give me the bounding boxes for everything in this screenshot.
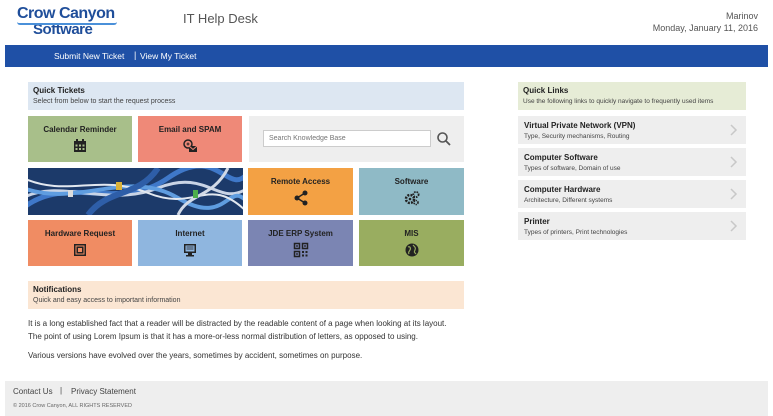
tile-label: Email and SPAM: [158, 125, 222, 134]
calendar-icon: [74, 139, 86, 152]
search-icon[interactable]: [436, 131, 452, 147]
logo-line-1: Crow Canyon: [17, 5, 115, 22]
tile-label: Software: [394, 177, 429, 186]
tile-label: JDE ERP System: [268, 229, 333, 238]
hardware-icon: [74, 244, 86, 256]
contact-us-link[interactable]: Contact Us: [13, 387, 53, 396]
header: Crow Canyon Software IT Help Desk Marino…: [0, 0, 773, 45]
tile-calendar-reminder[interactable]: Calendar Reminder: [28, 116, 132, 162]
user-name[interactable]: Marinov: [726, 11, 758, 21]
body-paragraph-1-line-2: The point of using Lorem Ipsum is that i…: [28, 332, 418, 341]
tile-jde-erp-system[interactable]: JDE ERP System: [248, 220, 353, 266]
tile-label: MIS: [404, 229, 419, 238]
quick-tickets-subtitle: Select from below to start the request p…: [33, 98, 176, 105]
current-date: Monday, January 11, 2016: [652, 23, 758, 33]
notifications-subtitle: Quick and easy access to important infor…: [33, 297, 181, 304]
tile-label: Internet: [175, 229, 205, 238]
tile-hardware-request[interactable]: Hardware Request: [28, 220, 132, 266]
tile-label: Hardware Request: [44, 229, 116, 238]
chevron-right-icon: [730, 156, 738, 168]
body-paragraph-2: Various versions have evolved over the y…: [28, 351, 363, 360]
quick-link-printer[interactable]: Printer Types of printers, Print technol…: [518, 212, 746, 240]
share-icon: [294, 190, 307, 206]
monitor-icon: [184, 244, 196, 257]
tile-remote-access[interactable]: Remote Access: [248, 168, 353, 215]
company-logo[interactable]: Crow Canyon Software: [17, 5, 117, 37]
quick-link-computer-hardware[interactable]: Computer Hardware Architecture, Differen…: [518, 180, 746, 208]
top-nav-bar: Submit New Ticket | View My Ticket: [5, 45, 768, 67]
search-input[interactable]: [263, 130, 431, 147]
quick-link-subtitle: Types of software, Domain of use: [524, 165, 621, 172]
tile-email-and-spam[interactable]: Email and SPAM: [138, 116, 242, 162]
quick-link-title: Computer Hardware: [524, 185, 601, 194]
quick-link-title: Computer Software: [524, 153, 598, 162]
tile-mis[interactable]: MIS: [359, 220, 464, 266]
gears-icon: [404, 191, 419, 206]
chevron-right-icon: [730, 124, 738, 136]
quick-link-vpn[interactable]: Virtual Private Network (VPN) Type, Secu…: [518, 116, 746, 144]
app-title: IT Help Desk: [183, 11, 258, 26]
globe-icon: [405, 243, 418, 257]
chevron-right-icon: [730, 188, 738, 200]
notifications-header: Notifications Quick and easy access to i…: [28, 281, 464, 309]
nav-separator: |: [134, 50, 137, 60]
view-my-ticket-link[interactable]: View My Ticket: [140, 51, 197, 61]
quick-link-subtitle: Types of printers, Print technologies: [524, 229, 628, 236]
footer: Contact Us | Privacy Statement © 2016 Cr…: [5, 381, 768, 416]
tile-software[interactable]: Software: [359, 168, 464, 215]
tile-label: Calendar Reminder: [43, 125, 117, 134]
quick-tickets-title: Quick Tickets: [33, 86, 85, 95]
quick-link-subtitle: Type, Security mechanisms, Routing: [524, 133, 630, 140]
quick-link-subtitle: Architecture, Different systems: [524, 197, 613, 204]
quick-link-title: Printer: [524, 217, 550, 226]
quick-links-title: Quick Links: [523, 86, 569, 95]
quick-tickets-header: Quick Tickets Select from below to start…: [28, 82, 464, 110]
knowledge-base-search: [249, 116, 464, 162]
tile-internet[interactable]: Internet: [138, 220, 242, 266]
footer-separator: |: [60, 386, 63, 395]
quick-links-header: Quick Links Use the following links to q…: [518, 82, 746, 110]
quick-links-subtitle: Use the following links to quickly navig…: [523, 98, 714, 105]
submit-new-ticket-link[interactable]: Submit New Ticket: [54, 51, 124, 61]
logo-swoosh: [17, 22, 117, 25]
notifications-title: Notifications: [33, 285, 82, 294]
chevron-right-icon: [730, 220, 738, 232]
quick-link-computer-software[interactable]: Computer Software Types of software, Dom…: [518, 148, 746, 176]
privacy-statement-link[interactable]: Privacy Statement: [71, 387, 136, 396]
quick-link-title: Virtual Private Network (VPN): [524, 121, 636, 130]
copyright-text: © 2016 Crow Canyon, ALL RIGHTS RESERVED: [13, 403, 132, 409]
qr-code-icon: [293, 242, 308, 258]
network-cables-image: [28, 168, 243, 215]
tile-label: Remote Access: [270, 177, 331, 186]
email-icon: [183, 139, 198, 152]
body-paragraph-1-line-1: It is a long established fact that a rea…: [28, 319, 447, 328]
